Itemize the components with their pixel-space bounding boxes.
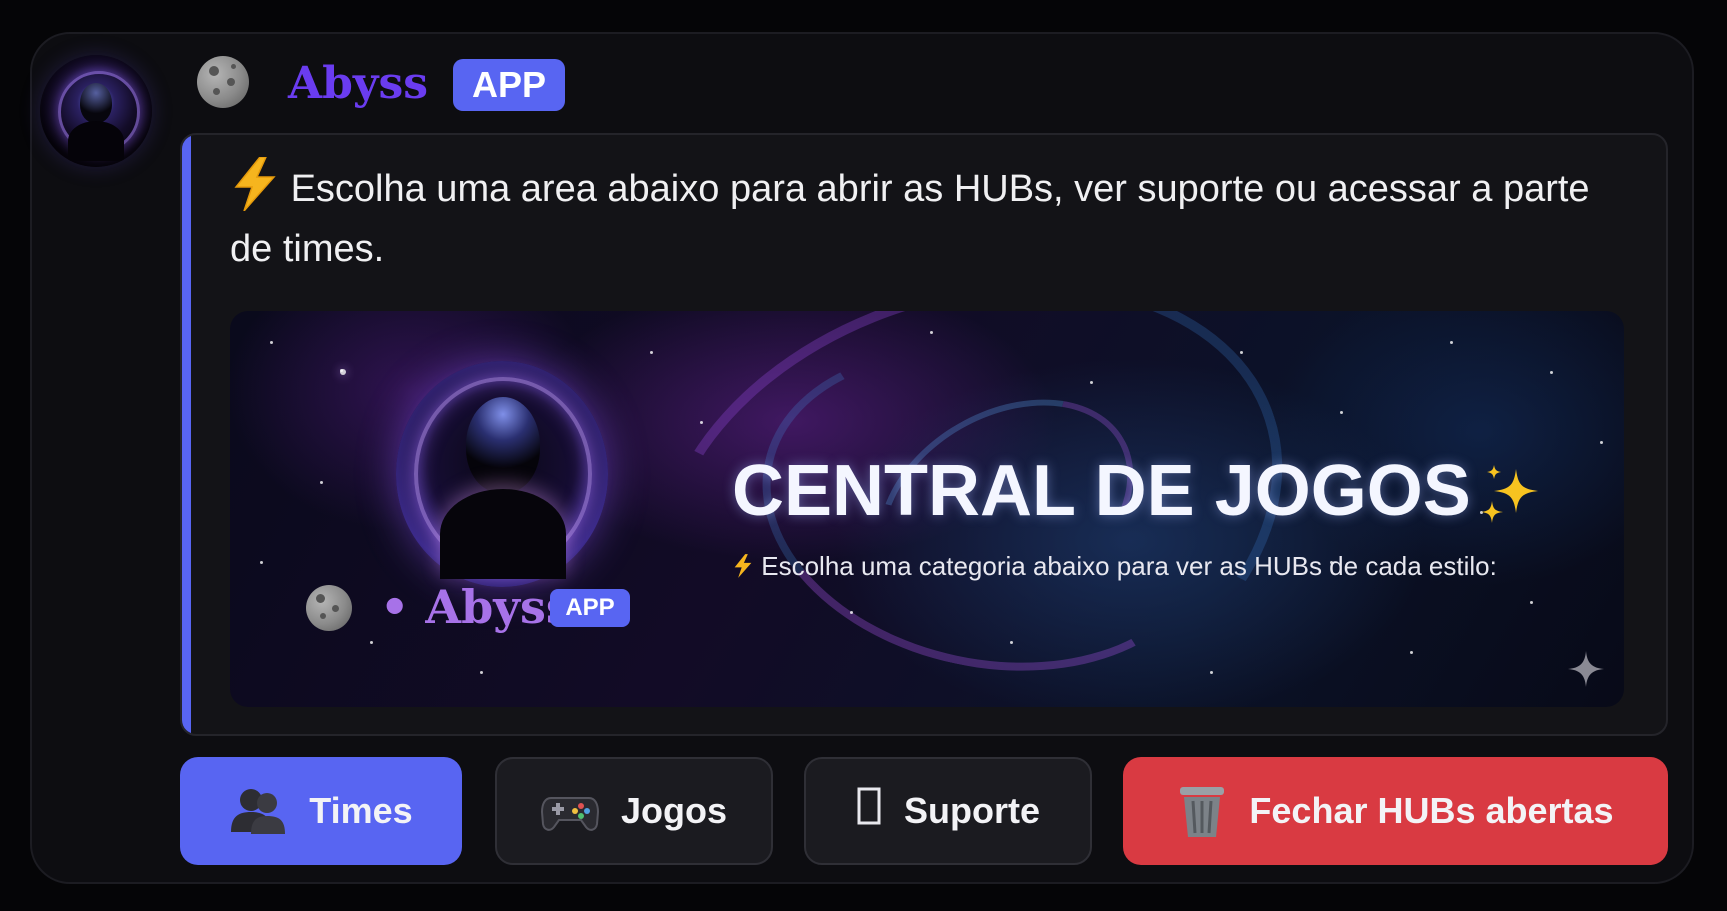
star: [1010, 641, 1013, 644]
star: [340, 369, 346, 375]
suporte-button[interactable]: Suporte: [804, 757, 1092, 865]
embed-description-text: Escolha uma area abaixo para abrir as HU…: [230, 168, 1590, 270]
embed-banner-image[interactable]: CENTRAL DE JOGOS Escolha uma categoria a…: [230, 311, 1624, 707]
embed-accent-bar: [182, 135, 191, 734]
times-button[interactable]: Times: [180, 757, 462, 865]
jogos-button[interactable]: Jogos: [495, 757, 773, 865]
banner-subtitle-text: Escolha uma categoria abaixo para ver as…: [761, 551, 1497, 581]
star: [1550, 371, 1553, 374]
wastebasket-icon: [1177, 783, 1227, 839]
star: [850, 611, 853, 614]
banner-app-badge: APP: [550, 589, 630, 627]
unknown-glyph-icon: [856, 786, 882, 836]
star: [650, 351, 653, 354]
star: [930, 331, 933, 334]
orb-body: [440, 489, 566, 579]
hooded-figure-orb-icon: [396, 361, 608, 587]
jogos-button-label: Jogos: [620, 790, 727, 831]
times-button-label: Times: [309, 790, 413, 831]
star: [1450, 341, 1453, 344]
banner-author-name: • Abyss: [380, 580, 572, 634]
author-avatar[interactable]: [40, 55, 152, 167]
sparkles-icon: [1481, 465, 1538, 523]
star: [260, 561, 263, 564]
people-icon: [229, 786, 287, 836]
orb-head: [466, 397, 540, 493]
embed-description: Escolha uma area abaixo para abrir as HU…: [230, 156, 1610, 279]
avatar-body-shape: [68, 121, 124, 161]
moon-icon: [197, 56, 249, 108]
fechar-hubs-button[interactable]: Fechar HUBs abertas: [1123, 757, 1668, 865]
author-name[interactable]: Abyss: [288, 54, 428, 114]
fechar-hubs-button-label: Fechar HUBs abertas: [1249, 790, 1614, 831]
app-badge: APP: [453, 59, 565, 111]
star: [1600, 441, 1603, 444]
star: [1410, 651, 1413, 654]
sparkle-icon: [1568, 651, 1604, 687]
star: [270, 341, 273, 344]
embed: Escolha uma area abaixo para abrir as HU…: [180, 133, 1668, 736]
banner-title: CENTRAL DE JOGOS: [732, 451, 1471, 531]
star: [1340, 411, 1343, 414]
star: [320, 481, 323, 484]
star: [1210, 671, 1213, 674]
star: [700, 421, 703, 424]
star: [1530, 601, 1533, 604]
lightning-icon: [734, 554, 752, 578]
star: [370, 641, 373, 644]
star: [1090, 381, 1093, 384]
hooded-figure-orb-icon: [80, 83, 112, 123]
star: [480, 671, 483, 674]
banner-subtitle: Escolha uma categoria abaixo para ver as…: [732, 549, 1497, 583]
moon-icon: [306, 585, 352, 631]
star: [1240, 351, 1243, 354]
game-controller-icon: [540, 786, 599, 836]
suporte-button-label: Suporte: [903, 790, 1040, 831]
lightning-icon: [234, 156, 276, 212]
